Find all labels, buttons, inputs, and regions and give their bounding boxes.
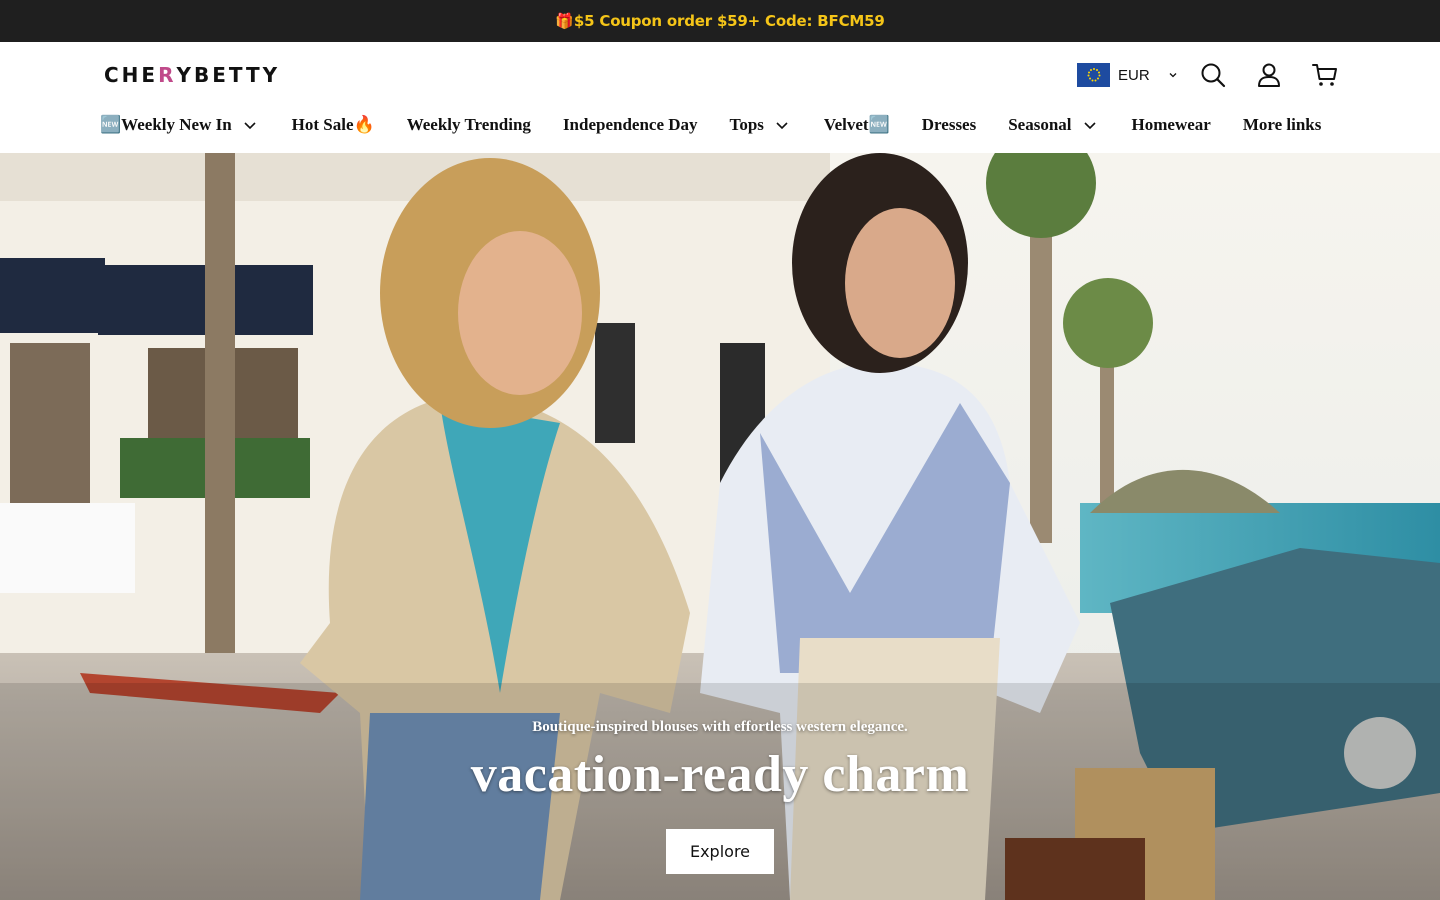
logo-text-mark: R [158,63,177,87]
nav-item-label: Seasonal [1008,115,1072,134]
chevron-down-icon [244,122,256,130]
nav-item-label: Dresses [921,115,977,134]
nav-item-label: Homewear [1131,115,1211,134]
nav-item-independence-day[interactable]: Independence Day [563,115,698,135]
nav-item-homewear[interactable]: Homewear [1132,115,1211,135]
nav-item-label: 🆕Weekly New In [100,115,232,134]
nav-item-label: Velvet🆕 [823,115,890,134]
main-navigation: 🆕Weekly New In Hot Sale🔥 Weekly Trending… [100,110,1353,140]
nav-item-label: Hot Sale🔥 [291,115,375,134]
nav-item-label: Independence Day [562,115,698,134]
logo-text-suffix: YBETTY [176,63,281,87]
nav-item-velvet[interactable]: Velvet🆕 [824,115,890,135]
nav-item-more-links[interactable]: More links [1243,115,1322,135]
currency-code: EUR [1118,66,1150,84]
brand-logo[interactable]: CHE R YBETTY [104,63,281,87]
logo-text-prefix: CHE [104,63,159,87]
eu-flag-icon [1077,63,1110,87]
hero-banner: Boutique-inspired blouses with effortles… [0,153,1440,900]
nav-item-hot-sale[interactable]: Hot Sale🔥 [292,115,375,135]
announcement-bar[interactable]: 🎁$5 Coupon order $59+ Code: BFCM59 [0,0,1440,42]
nav-item-label: More links [1242,115,1322,134]
hero-title: vacation-ready charm [470,746,970,803]
chevron-down-icon [776,122,788,130]
site-header: CHE R YBETTY EUR 🆕Weekly New In Hot Sale… [0,42,1440,153]
chevron-down-icon [1083,122,1096,130]
nav-item-label: Weekly Trending [406,115,531,134]
hero-subtitle: Boutique-inspired blouses with effortles… [532,719,908,735]
chevron-down-icon [1169,73,1177,78]
announcement-text: 🎁$5 Coupon order $59+ Code: BFCM59 [555,12,885,30]
account-icon[interactable] [1254,60,1284,90]
search-icon[interactable] [1198,60,1228,90]
nav-item-dresses[interactable]: Dresses [922,115,976,135]
nav-item-weekly-trending[interactable]: Weekly Trending [407,115,531,135]
cart-icon[interactable] [1310,60,1340,90]
nav-item-seasonal[interactable]: Seasonal [1008,115,1099,135]
explore-button[interactable]: Explore [666,829,774,874]
nav-item-tops[interactable]: Tops [730,115,792,135]
currency-selector[interactable]: EUR [1077,63,1178,87]
nav-item-label: Tops [729,115,764,134]
nav-item-weekly-new-in[interactable]: 🆕Weekly New In [100,115,260,135]
